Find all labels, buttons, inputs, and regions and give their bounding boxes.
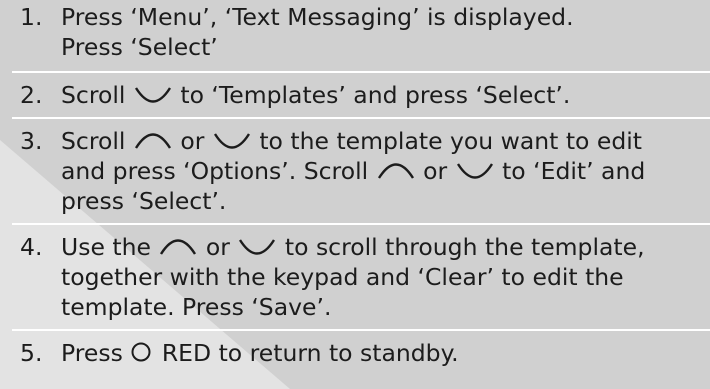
step-fragment: or — [198, 233, 238, 261]
step-text: Use the or to scroll through the templat… — [61, 232, 706, 322]
step-fragment: to the template you want to edit — [251, 127, 643, 155]
arc-up-icon — [377, 163, 414, 179]
instruction-steps: 1. Press ‘Menu’, ‘Text Messaging’ is dis… — [0, 0, 710, 389]
arc-down-icon — [134, 87, 171, 103]
step-fragment: and press ‘Options’. Scroll — [61, 157, 376, 185]
arc-down-icon — [213, 133, 250, 149]
arc-down-icon — [239, 239, 276, 255]
step-line: template. Press ‘Save’. — [61, 293, 332, 321]
step-fragment: Press — [61, 339, 131, 367]
red-button-label: RED — [161, 339, 212, 367]
step-line: Scroll or to the template you want to ed… — [61, 126, 706, 156]
step-line: Press RED to return to standby. — [61, 338, 706, 368]
arc-up-icon — [160, 239, 197, 255]
step-number: 1. — [20, 3, 43, 31]
arc-up-icon — [134, 133, 171, 149]
step-fragment: to scroll through the template, — [277, 233, 645, 261]
step-line: Press ‘Select’ — [61, 33, 218, 61]
step-fragment: Scroll — [61, 81, 133, 109]
step-text: Press ‘Menu’, ‘Text Messaging’ is displa… — [61, 2, 706, 62]
step-line: Use the or to scroll through the templat… — [61, 232, 706, 262]
step-fragment: Use the — [61, 233, 159, 261]
circle-red-button-icon — [131, 342, 151, 362]
step-fragment: to ‘Templates’ and press ‘Select’. — [172, 81, 571, 109]
step-number: 4. — [20, 233, 43, 261]
step-number: 2. — [20, 81, 43, 109]
step-fragment: or — [172, 127, 212, 155]
step-fragment: or — [415, 157, 455, 185]
step-fragment: to return to standby. — [211, 339, 459, 367]
step-fragment: to ‘Edit’ and — [494, 157, 646, 185]
step-line: Press ‘Menu’, ‘Text Messaging’ is displa… — [61, 3, 574, 31]
step-number: 3. — [20, 127, 43, 155]
step-line: together with the keypad and ‘Clear’ to … — [61, 263, 624, 291]
arc-down-icon — [456, 163, 493, 179]
step-line: press ‘Select’. — [61, 187, 227, 215]
step-text: Press RED to return to standby. — [61, 338, 706, 368]
step-text: Scroll to ‘Templates’ and press ‘Select’… — [61, 80, 706, 110]
step-fragment: Scroll — [61, 127, 133, 155]
step-line: Scroll to ‘Templates’ and press ‘Select’… — [61, 80, 706, 110]
step-number: 5. — [20, 339, 43, 367]
step-line: and press ‘Options’. Scroll or to ‘Edit’… — [61, 156, 706, 186]
step-text: Scroll or to the template you want to ed… — [61, 126, 706, 216]
